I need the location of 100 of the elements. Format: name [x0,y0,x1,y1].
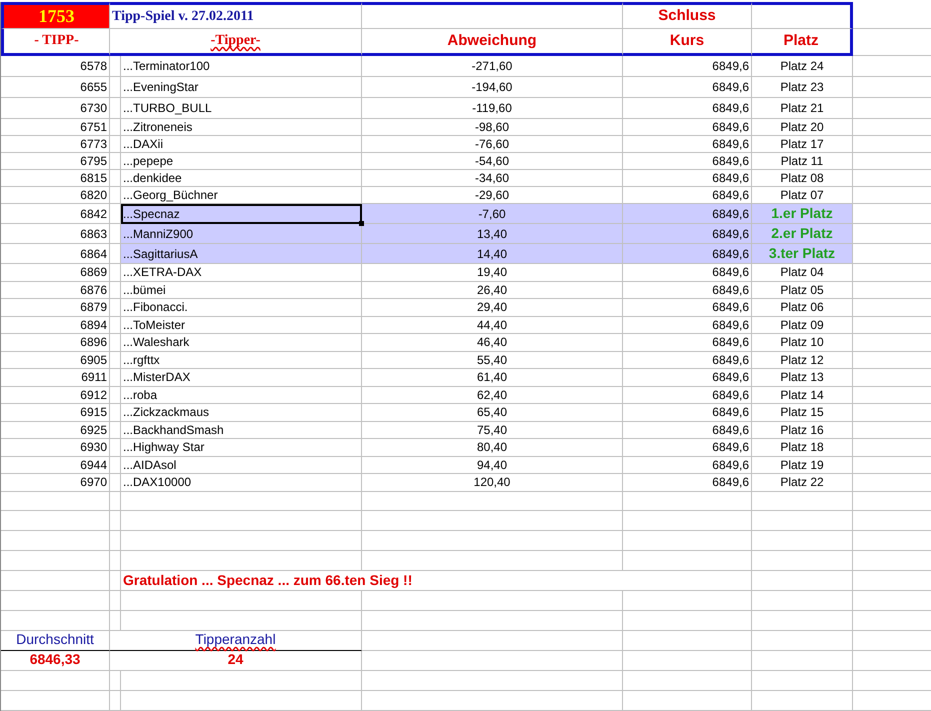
price-cell: 6849,6 [623,369,752,386]
tipp-cell: 6930 [1,439,110,456]
tipper-cell: ...Zitroneneis [121,119,362,136]
rank-cell: Platz 09 [752,316,853,334]
rank-cell: Platz 15 [752,404,853,422]
tipp-cell: 6944 [1,456,110,474]
tipp-cell: 6863 [1,224,110,244]
empty-cell [110,670,121,690]
empty-cell [110,590,121,610]
empty-cell [110,369,121,386]
price-cell: 6849,6 [623,56,752,77]
tipp-cell: 6820 [1,187,110,204]
tipp-cell: 6896 [1,334,110,352]
price-cell: 6849,6 [623,386,752,404]
deviation-cell: -76,60 [362,136,623,153]
rank-cell: Platz 16 [752,422,853,439]
empty-cell [110,570,121,590]
empty-cell [110,439,121,456]
empty-cell [110,264,121,282]
empty-cell [110,187,121,204]
price-cell: 6849,6 [623,119,752,136]
empty-cell [110,530,121,550]
rank-cell: Platz 06 [752,299,853,316]
price-cell: 6849,6 [623,404,752,422]
rank-cell: Platz 10 [752,334,853,352]
empty-cell [110,422,121,439]
empty-cell [110,56,121,77]
tipper-cell: ...bümei [121,282,362,299]
empty-cell [110,77,121,98]
rank-cell: Platz 23 [752,77,853,98]
deviation-cell: -54,60 [362,153,623,170]
rank-cell: Platz 24 [752,56,853,77]
column-header: - TIPP- [1,29,110,56]
tipper-cell: ...DAXii [121,136,362,153]
tipp-cell: 6894 [1,316,110,334]
deviation-cell: 46,40 [362,334,623,352]
tipp-cell: 6915 [1,404,110,422]
price-cell: 6849,6 [623,352,752,369]
sheet-title: Tipp-Spiel v. 27.02.2011 [110,2,362,29]
tipper-cell: ...Terminator100 [121,56,362,77]
price-cell: 6849,6 [623,264,752,282]
deviation-cell: 26,40 [362,282,623,299]
deviation-cell: -271,60 [362,56,623,77]
tipper-cell: ...rgfttx [121,352,362,369]
deviation-cell: 94,40 [362,456,623,474]
deviation-cell: -98,60 [362,119,623,136]
tipp-cell: 6876 [1,282,110,299]
price-cell: 6849,6 [623,153,752,170]
rank-cell: Platz 21 [752,98,853,119]
tipper-cell: ...TURBO_BULL [121,98,362,119]
column-header: -Tipper- [110,29,362,56]
tipp-cell: 6869 [1,264,110,282]
column-header: Platz [752,29,853,56]
empty-cell [110,510,121,530]
rank-cell: 1.er Platz [752,204,853,224]
rank-cell: Platz 08 [752,170,853,187]
rank-cell: Platz 17 [752,136,853,153]
column-header: Kurs [623,29,752,56]
tipp-cell: 6911 [1,369,110,386]
tipp-cell: 6912 [1,386,110,404]
deviation-cell: -7,60 [362,204,623,224]
deviation-cell: 29,40 [362,299,623,316]
summary-value: 24 [110,650,362,670]
price-cell: 6849,6 [623,170,752,187]
empty-cell [110,404,121,422]
empty-cell [110,610,121,630]
deviation-cell: 61,40 [362,369,623,386]
congratulation-message: Gratulation ... Specnaz ... zum 66.ten Sieg !! [121,570,752,590]
tipp-cell: 6905 [1,352,110,369]
tipper-cell: ...ToMeister [121,316,362,334]
deviation-cell: -119,60 [362,98,623,119]
rank-cell: 3.ter Platz [752,244,853,264]
tipper-cell: ...Zickzackmaus [121,404,362,422]
deviation-cell: -194,60 [362,77,623,98]
rank-cell: Platz 12 [752,352,853,369]
deviation-cell: 55,40 [362,352,623,369]
rank-cell: 2.er Platz [752,224,853,244]
price-cell: 6849,6 [623,244,752,264]
deviation-cell: 120,40 [362,474,623,492]
rank-cell: Platz 04 [752,264,853,282]
rank-cell: Platz 14 [752,386,853,404]
empty-cell [110,334,121,352]
empty-cell [110,170,121,187]
price-cell: 6849,6 [623,422,752,439]
rank-cell: Platz 20 [752,119,853,136]
tipper-cell: ...Highway Star [121,439,362,456]
rank-cell: Platz 22 [752,474,853,492]
tipper-cell: ...ManniZ900 [121,224,362,244]
empty-cell [110,98,121,119]
price-cell: 6849,6 [623,224,752,244]
tipper-cell: ...BackhandSmash [121,422,362,439]
deviation-cell: 44,40 [362,316,623,334]
rank-cell: Platz 19 [752,456,853,474]
price-cell: 6849,6 [623,77,752,98]
deviation-cell: 14,40 [362,244,623,264]
tipper-cell: ...SagittariusA [121,244,362,264]
price-cell: 6849,6 [623,98,752,119]
tipper-cell: ...Fibonacci. [121,299,362,316]
rank-cell: Platz 11 [752,153,853,170]
deviation-cell: 65,40 [362,404,623,422]
